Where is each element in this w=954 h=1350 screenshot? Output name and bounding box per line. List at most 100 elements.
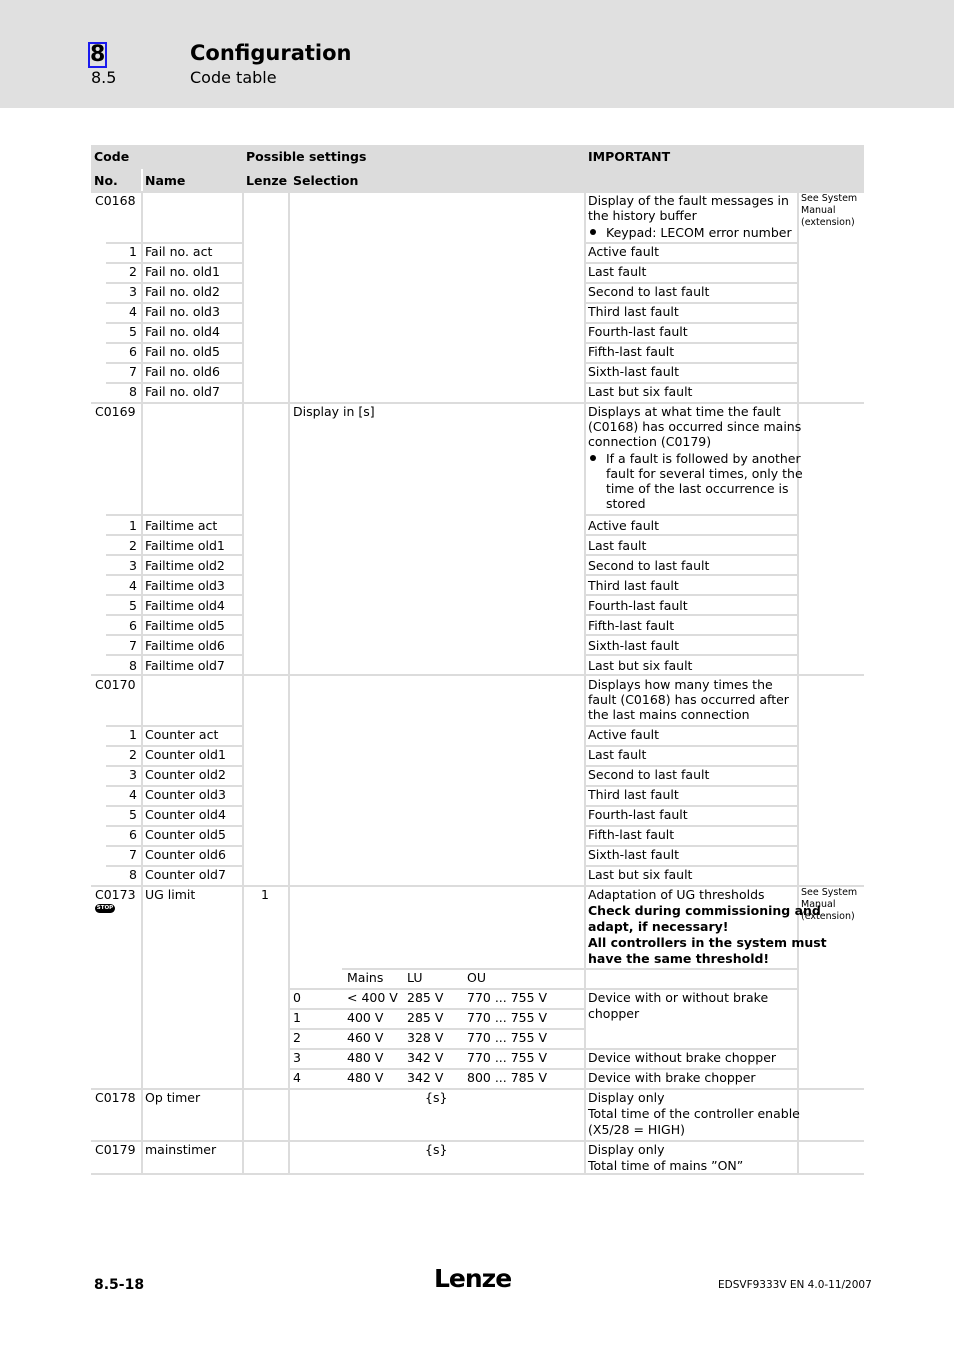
subcode-name: Fail no. act [145,244,213,259]
subcode-number: 7 [129,638,137,653]
subcode-number: 1 [129,518,137,533]
grid-line [91,1088,864,1090]
grid-line [106,654,242,656]
selection-value: 0 [293,990,301,1005]
code-c0173: C0173 [95,887,136,902]
fault-label: Second to last fault [588,558,710,573]
description: the history buffer [588,208,697,223]
code-c0179: C0179 [95,1142,136,1157]
subcode-name: Counter old6 [145,847,226,862]
ou-value: 770 ... 755 V [467,990,548,1005]
subcode-name: Counter old2 [145,767,226,782]
grid-line [584,145,586,1174]
lenze-default: 1 [261,887,269,902]
mains-value: 460 V [347,1030,384,1045]
subcode-number: 4 [129,304,137,319]
subcode-number: 7 [129,847,137,862]
subcode-name: Fail no. old4 [145,324,220,339]
note: chopper [588,1006,640,1021]
stop-badge-icon: STOP [95,904,115,913]
see-system-manual: See System [801,193,858,204]
grid-line [91,167,242,169]
grid-line [586,634,797,636]
fault-label: Last but six fault [588,658,693,673]
grid-line [586,654,797,656]
document-id: EDSVF9333V EN 4.0-11/2007 [718,1279,872,1291]
mains-value: 400 V [347,1010,384,1025]
subcode-name: Failtime old1 [145,538,225,553]
selection-value: 1 [293,1010,301,1025]
fault-label: Fifth-last fault [588,618,675,633]
selection-value: 3 [293,1050,301,1065]
section-number: 8.5 [91,68,117,87]
subcode-number: 5 [129,807,137,822]
header-no: No. [94,173,118,188]
subcode-number: 4 [129,578,137,593]
subcode-number: 2 [129,538,137,553]
grid-line [586,554,797,556]
subcode-name: Counter old3 [145,787,226,802]
column-ou: OU [467,970,486,985]
subcode-name: Failtime old2 [145,558,225,573]
selection-unit: {s} [425,1142,448,1157]
grid-line [586,594,797,596]
lu-value: 285 V [407,990,444,1005]
subcode-number: 4 [129,787,137,802]
subcode-name: Counter act [145,727,219,742]
ou-value: 770 ... 755 V [467,1030,548,1045]
fault-label: Sixth-last fault [588,847,680,862]
ou-value: 770 ... 755 V [467,1050,548,1065]
mains-value: < 400 V [347,990,398,1005]
subcode-number: 7 [129,364,137,379]
selection-value: 4 [293,1070,301,1085]
see-system-manual: (extension) [801,911,855,922]
bullet-text: stored [606,496,646,511]
grid-line [91,1173,864,1175]
subcode-name: Counter old7 [145,867,226,882]
grid-line [106,514,242,516]
code-c0170: C0170 [95,677,136,692]
fault-label: Last fault [588,264,647,279]
fault-label: Fourth-last fault [588,598,688,613]
grid-line [586,514,797,516]
grid-line [244,167,584,169]
chapter-number[interactable]: 8 [87,42,108,68]
grid-line [106,534,242,536]
grid-line [106,594,242,596]
header-lenze: Lenze [246,173,288,188]
fault-label: Fifth-last fault [588,827,675,842]
subcode-name: Fail no. old3 [145,304,220,319]
grid-line [288,169,290,1174]
description: (X5/28 = HIGH) [588,1122,685,1137]
see-system-manual: See System [801,887,858,898]
lu-value: 328 V [407,1030,444,1045]
subcode-number: 6 [129,618,137,633]
subcode-number: 6 [129,827,137,842]
subcode-name: Failtime old3 [145,578,225,593]
fault-label: Third last fault [588,578,679,593]
subcode-name: Fail no. old7 [145,384,220,399]
name-op-timer: Op timer [145,1090,201,1105]
grid-line [586,534,797,536]
description: fault (C0168) has occurred after [588,692,789,707]
fault-label: Fifth-last fault [588,344,675,359]
mains-value: 480 V [347,1070,384,1085]
subcode-name: Counter old4 [145,807,226,822]
subcode-number: 3 [129,284,137,299]
bullet-text: Keypad: LECOM error number [606,225,792,240]
subcode-number: 5 [129,324,137,339]
grid-line [797,191,799,1174]
fault-label: Sixth-last fault [588,364,680,379]
note: Device without brake chopper [588,1050,777,1065]
subcode-name: Fail no. old6 [145,364,220,379]
grid-line [586,614,797,616]
grid-line [586,574,797,576]
see-system-manual: (extension) [801,217,855,228]
warning-text: adapt, if necessary! [588,919,729,934]
subcode-number: 8 [129,867,137,882]
fault-label: Third last fault [588,304,679,319]
description: Display only [588,1090,665,1105]
fault-label: Last but six fault [588,384,693,399]
subcode-name: Counter old1 [145,747,226,762]
mains-value: 480 V [347,1050,384,1065]
